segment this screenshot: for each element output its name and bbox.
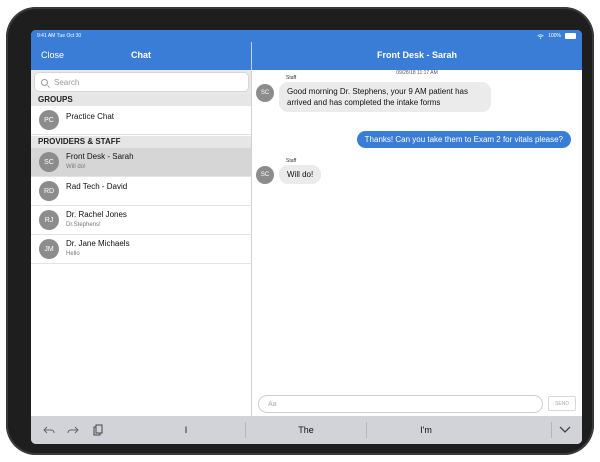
- status-bar: 9:41 AM Tue Oct 30 100%: [31, 30, 582, 42]
- status-time: 9:41 AM Tue Oct 30: [37, 33, 82, 39]
- suggestion-3[interactable]: I'm: [386, 425, 466, 435]
- redo-icon[interactable]: [67, 425, 79, 435]
- message-bubble-incoming: Will do!: [279, 165, 322, 184]
- message-timestamp: 09/28/18 11:17 AM: [396, 70, 438, 76]
- search-input[interactable]: Search: [34, 72, 249, 92]
- avatar: SC: [256, 166, 274, 184]
- list-item-jane-michaels[interactable]: JM Dr. Jane Michaels Hello: [31, 235, 251, 264]
- message-preview: Will do!: [66, 164, 86, 170]
- list-item-practice-chat[interactable]: PC Practice Chat: [31, 106, 251, 135]
- search-icon: [41, 78, 48, 86]
- battery-percent: 100%: [548, 33, 561, 39]
- avatar: RJ: [39, 210, 59, 230]
- chevron-down-icon[interactable]: [559, 426, 571, 434]
- message-preview: Hello: [66, 251, 80, 257]
- search-bar: Search: [31, 70, 251, 94]
- sender-label: Staff: [286, 158, 297, 164]
- avatar: SC: [256, 84, 274, 102]
- conversation-pane: 09/28/18 11:17 AM Staff SC Good morning …: [252, 70, 582, 416]
- paste-icon[interactable]: [93, 424, 103, 436]
- contact-name: Dr. Jane Michaels: [66, 239, 130, 248]
- message-input-placeholder: Aa: [268, 400, 277, 408]
- sender-label: Staff: [286, 75, 297, 81]
- keyboard-suggestion-bar: I The I'm: [31, 416, 582, 444]
- search-placeholder: Search: [54, 77, 80, 87]
- list-item-rachel-jones[interactable]: RJ Dr. Rachel Jones Dr.Stephens!: [31, 206, 251, 235]
- avatar: JM: [39, 239, 59, 259]
- wifi-icon: [537, 33, 544, 39]
- undo-icon[interactable]: [43, 425, 55, 435]
- message-preview: Dr.Stephens!: [66, 222, 101, 228]
- ipad-frame: 9:41 AM Tue Oct 30 100% Close Chat Front…: [6, 7, 594, 455]
- avatar: SC: [39, 152, 59, 172]
- section-header-providers: PROVIDERS & STAFF: [31, 136, 251, 148]
- contact-name: Dr. Rachel Jones: [66, 210, 127, 219]
- section-header-groups: GROUPS: [31, 94, 251, 106]
- list-item-rad-tech-david[interactable]: RD Rad Tech - David: [31, 177, 251, 206]
- battery-icon: [565, 33, 576, 39]
- navigation-bar: Close Chat Front Desk - Sarah: [31, 42, 582, 70]
- suggestion-1[interactable]: I: [146, 425, 226, 435]
- avatar: RD: [39, 181, 59, 201]
- avatar: PC: [39, 110, 59, 130]
- chat-title: Chat: [131, 50, 151, 60]
- screen: 9:41 AM Tue Oct 30 100% Close Chat Front…: [31, 30, 582, 444]
- contact-name: Front Desk - Sarah: [66, 152, 134, 161]
- message-bubble-outgoing: Thanks! Can you take them to Exam 2 for …: [356, 131, 571, 148]
- message-bubble-incoming: Good morning Dr. Stephens, your 9 AM pat…: [279, 82, 491, 112]
- contact-name: Practice Chat: [66, 112, 115, 121]
- conversation-title: Front Desk - Sarah: [376, 50, 458, 60]
- suggestion-2[interactable]: The: [266, 425, 346, 435]
- message-input[interactable]: Aa: [258, 395, 543, 413]
- chat-list: Search GROUPS PC Practice Chat PROVIDERS…: [31, 70, 251, 416]
- contact-name: Rad Tech - David: [66, 182, 128, 191]
- list-item-front-desk-sarah[interactable]: SC Front Desk - Sarah Will do!: [31, 148, 251, 177]
- composer: Aa SEND: [252, 392, 582, 416]
- send-button[interactable]: SEND: [548, 396, 576, 411]
